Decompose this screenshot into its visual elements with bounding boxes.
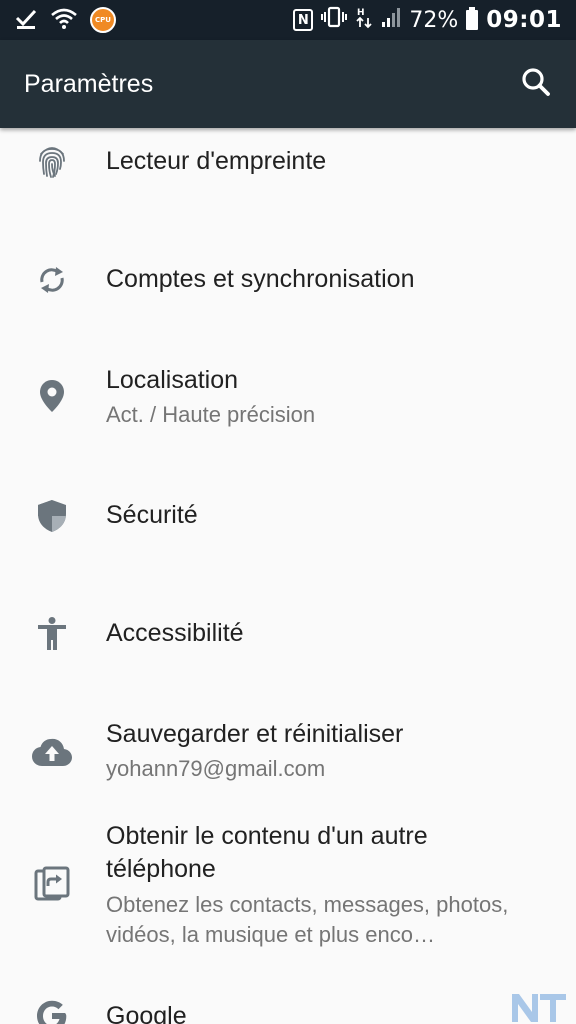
settings-item-title: Obtenir le contenu d'un autre téléphone [106,822,428,883]
settings-item-accounts-sync[interactable]: Comptes et synchronisation [0,224,576,342]
google-icon [32,996,72,1024]
settings-item-location[interactable]: Localisation Act. / Haute précision [0,342,576,460]
search-icon [521,67,551,101]
svg-text:H: H [357,8,365,18]
search-button[interactable] [516,64,556,104]
nfc-icon: N [293,9,314,31]
page-title: Paramètres [24,70,154,98]
settings-item-title: Sauvegarder et réinitialiser [106,720,404,748]
settings-item-google[interactable]: Google [0,974,576,1024]
wifi-icon [50,6,78,34]
settings-item-title: Lecteur d'empreinte [106,147,327,175]
settings-item-security[interactable]: Sécurité [0,460,576,578]
cloud-upload-icon [32,732,72,772]
vibrate-icon [321,5,348,35]
app-bar: Paramètres [0,40,576,128]
accessibility-icon [32,614,72,654]
status-bar-left: CPU [14,0,116,40]
shield-icon [32,496,72,536]
settings-item-subtitle: yohann79@gmail.com [106,756,326,781]
battery-icon [466,7,479,30]
sync-icon [32,260,72,300]
cpu-badge-icon: CPU [90,7,116,33]
fingerprint-icon [32,142,72,182]
settings-item-transfer-content[interactable]: Obtenir le contenu d'un autre téléphone … [0,814,576,974]
settings-item-backup-reset[interactable]: Sauvegarder et réinitialiser yohann79@gm… [0,696,576,814]
signal-icon [381,6,401,34]
settings-screen: CPU N H 72% 09:01 Paramètres Lecteur d'e… [0,0,576,1024]
settings-item-title: Localisation [106,366,239,394]
location-pin-icon [32,376,72,416]
status-bar-right: N H 72% 09:01 [293,0,562,40]
transfer-icon [32,864,72,904]
nt-watermark-logo [510,990,570,1024]
data-arrows-icon: H [355,5,373,35]
settings-item-fingerprint[interactable]: Lecteur d'empreinte [0,128,576,224]
settings-item-subtitle: Act. / Haute précision [106,402,316,427]
status-bar: CPU N H 72% 09:01 [0,0,576,40]
settings-item-title: Accessibilité [106,619,244,647]
settings-item-subtitle-text: Obtenez les contacts, messages, photos, … [106,892,509,947]
settings-item-title: Sécurité [106,501,198,529]
settings-item-title: Comptes et synchronisation [106,265,415,293]
battery-percent: 72% [409,7,459,33]
settings-item-subtitle: Obtenez les contacts, messages, photos, … [106,890,560,950]
checkmark-icon [14,6,38,34]
clock: 09:01 [486,7,562,33]
settings-item-title: Google [106,1002,187,1024]
settings-item-accessibility[interactable]: Accessibilité [0,578,576,696]
